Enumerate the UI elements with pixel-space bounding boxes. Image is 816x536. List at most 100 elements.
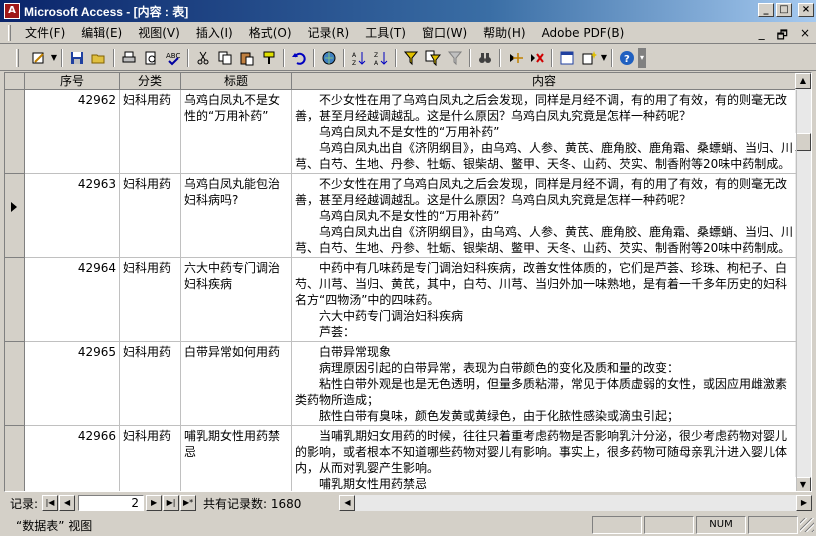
cell-title[interactable]: 哺乳期女性用药禁忌 [181, 426, 292, 491]
title-bar: A Microsoft Access - [内容 : 表] _ □ × [0, 0, 816, 22]
mdi-restore-button[interactable]: 🗗 [777, 26, 788, 47]
cell-category[interactable]: 妇科用药 [120, 342, 181, 426]
record-selector[interactable] [5, 258, 25, 342]
delete-record-icon[interactable] [526, 47, 548, 69]
toolbar-options-icon[interactable]: ▾ [638, 47, 646, 68]
toolbar: ▼ ABC AZ ZA ▼ ? ▾ [0, 45, 816, 71]
new-record-nav-icon[interactable]: ▶* [180, 495, 197, 511]
record-count: 共有记录数: 1680 [203, 496, 302, 511]
print-icon[interactable] [118, 47, 140, 69]
cell-content[interactable]: 不少女性在用了乌鸡白凤丸之后会发现，同样是月经不调，有的用了有效，有的则毫无改善… [292, 174, 797, 258]
status-cell-empty-1 [592, 516, 642, 534]
undo-icon[interactable] [288, 47, 310, 69]
mdi-close-button[interactable]: × [800, 26, 810, 47]
filter-by-selection-icon[interactable] [400, 47, 422, 69]
cell-content[interactable]: 不少女性在用了乌鸡白凤丸之后会发现，同样是月经不调，有的用了有效，有的则毫无改善… [292, 90, 797, 174]
menu-edit[interactable]: 编辑(E) [73, 24, 130, 42]
previous-record-icon[interactable]: ◀ [59, 495, 76, 511]
cell-id[interactable]: 42965 [25, 342, 120, 426]
menu-records[interactable]: 记录(R) [300, 24, 358, 42]
filter-by-form-icon[interactable] [422, 47, 444, 69]
new-record-icon[interactable] [504, 47, 526, 69]
cell-title[interactable]: 乌鸡白凤丸不是女性的“万用补药” [181, 90, 292, 174]
cell-category[interactable]: 妇科用药 [120, 258, 181, 342]
status-bar: “数据表” 视图 NUM [0, 514, 816, 536]
cell-category[interactable]: 妇科用药 [120, 90, 181, 174]
menu-file[interactable]: 文件(F) [17, 24, 73, 42]
apply-filter-icon[interactable] [444, 47, 466, 69]
menu-insert[interactable]: 插入(I) [188, 24, 241, 42]
cell-content[interactable]: 当哺乳期妇女用药的时候，往往只着重考虑药物是否影响乳汁分泌，很少考虑药物对婴儿的… [292, 426, 797, 491]
svg-text:Z: Z [352, 60, 356, 66]
menu-help[interactable]: 帮助(H) [475, 24, 533, 42]
menu-view[interactable]: 视图(V) [130, 24, 188, 42]
save-icon[interactable] [66, 47, 88, 69]
vertical-scrollbar[interactable]: ▲ ▼ [795, 73, 811, 491]
new-object-icon[interactable] [578, 47, 600, 69]
status-cell-empty-3 [748, 516, 798, 534]
view-dropdown-icon[interactable]: ▼ [50, 53, 58, 62]
scroll-up-icon[interactable]: ▲ [795, 73, 811, 89]
menu-adobe-pdf[interactable]: Adobe PDF(B) [534, 24, 633, 42]
next-record-icon[interactable]: ▶ [146, 495, 163, 511]
svg-text:A: A [352, 52, 357, 59]
vertical-scroll-thumb[interactable] [795, 133, 811, 151]
scroll-left-icon[interactable]: ◀ [339, 495, 356, 511]
cut-icon[interactable] [192, 47, 214, 69]
cell-category[interactable]: 妇科用药 [120, 174, 181, 258]
cell-title[interactable]: 乌鸡白凤丸能包治妇科病吗? [181, 174, 292, 258]
menu-window[interactable]: 窗口(W) [414, 24, 475, 42]
record-selector[interactable] [5, 174, 25, 258]
status-num-indicator: NUM [696, 516, 746, 534]
menu-bar: 文件(F) 编辑(E) 视图(V) 插入(I) 格式(O) 记录(R) 工具(T… [0, 22, 816, 44]
scroll-right-icon[interactable]: ▶ [796, 495, 812, 511]
database-window-icon[interactable] [556, 47, 578, 69]
access-app-icon[interactable]: A [4, 3, 20, 19]
cell-content[interactable]: 白带异常现象 病理原因引起的白带异常，表现为白带颜色的变化及质和量的改变： 粘性… [292, 342, 797, 426]
record-selector[interactable] [5, 426, 25, 491]
column-header-content[interactable]: 内容 [292, 73, 797, 90]
sort-ascending-icon[interactable]: AZ [348, 47, 370, 69]
svg-text:?: ? [624, 54, 630, 65]
mdi-minimize-button[interactable]: _ [759, 26, 765, 47]
last-record-icon[interactable]: ▶| [163, 495, 180, 511]
cell-id[interactable]: 42963 [25, 174, 120, 258]
menu-tools[interactable]: 工具(T) [357, 24, 414, 42]
open-icon[interactable] [88, 47, 110, 69]
print-preview-icon[interactable] [140, 47, 162, 69]
toolbar-grip[interactable] [15, 48, 19, 67]
hyperlink-icon[interactable] [318, 47, 340, 69]
record-number-input[interactable]: 2 [78, 495, 145, 511]
column-header-id[interactable]: 序号 [25, 73, 120, 90]
new-object-dropdown-icon[interactable]: ▼ [600, 53, 608, 62]
format-painter-icon[interactable] [258, 47, 280, 69]
cell-category[interactable]: 妇科用药 [120, 426, 181, 491]
horizontal-scrollbar[interactable]: ◀ ▶ [339, 495, 812, 511]
cell-content[interactable]: 中药中有几味药是专门调治妇科疾病，改善女性体质的，它们是芦荟、珍珠、枸杞子、白芍… [292, 258, 797, 342]
resize-grip-icon[interactable] [800, 518, 814, 532]
find-icon[interactable] [474, 47, 496, 69]
column-header-category[interactable]: 分类 [120, 73, 181, 90]
spell-check-icon[interactable]: ABC [162, 47, 184, 69]
scroll-down-icon[interactable]: ▼ [795, 477, 811, 491]
maximize-button[interactable]: □ [776, 3, 792, 17]
cell-id[interactable]: 42964 [25, 258, 120, 342]
cell-title[interactable]: 白带异常如何用药 [181, 342, 292, 426]
menu-format[interactable]: 格式(O) [241, 24, 300, 42]
close-button[interactable]: × [798, 3, 814, 17]
menu-grip[interactable] [8, 24, 11, 41]
cell-title[interactable]: 六大中药专门调治妇科疾病 [181, 258, 292, 342]
minimize-button[interactable]: _ [758, 3, 774, 17]
cell-id[interactable]: 42962 [25, 90, 120, 174]
record-selector[interactable] [5, 342, 25, 426]
first-record-icon[interactable]: |◀ [42, 495, 59, 511]
select-all-corner[interactable] [5, 73, 25, 90]
cell-id[interactable]: 42966 [25, 426, 120, 491]
record-selector[interactable] [5, 90, 25, 174]
view-design-icon[interactable] [28, 47, 50, 69]
help-icon[interactable]: ? [616, 47, 638, 69]
copy-icon[interactable] [214, 47, 236, 69]
sort-descending-icon[interactable]: ZA [370, 47, 392, 69]
paste-icon[interactable] [236, 47, 258, 69]
column-header-title[interactable]: 标题 [181, 73, 292, 90]
